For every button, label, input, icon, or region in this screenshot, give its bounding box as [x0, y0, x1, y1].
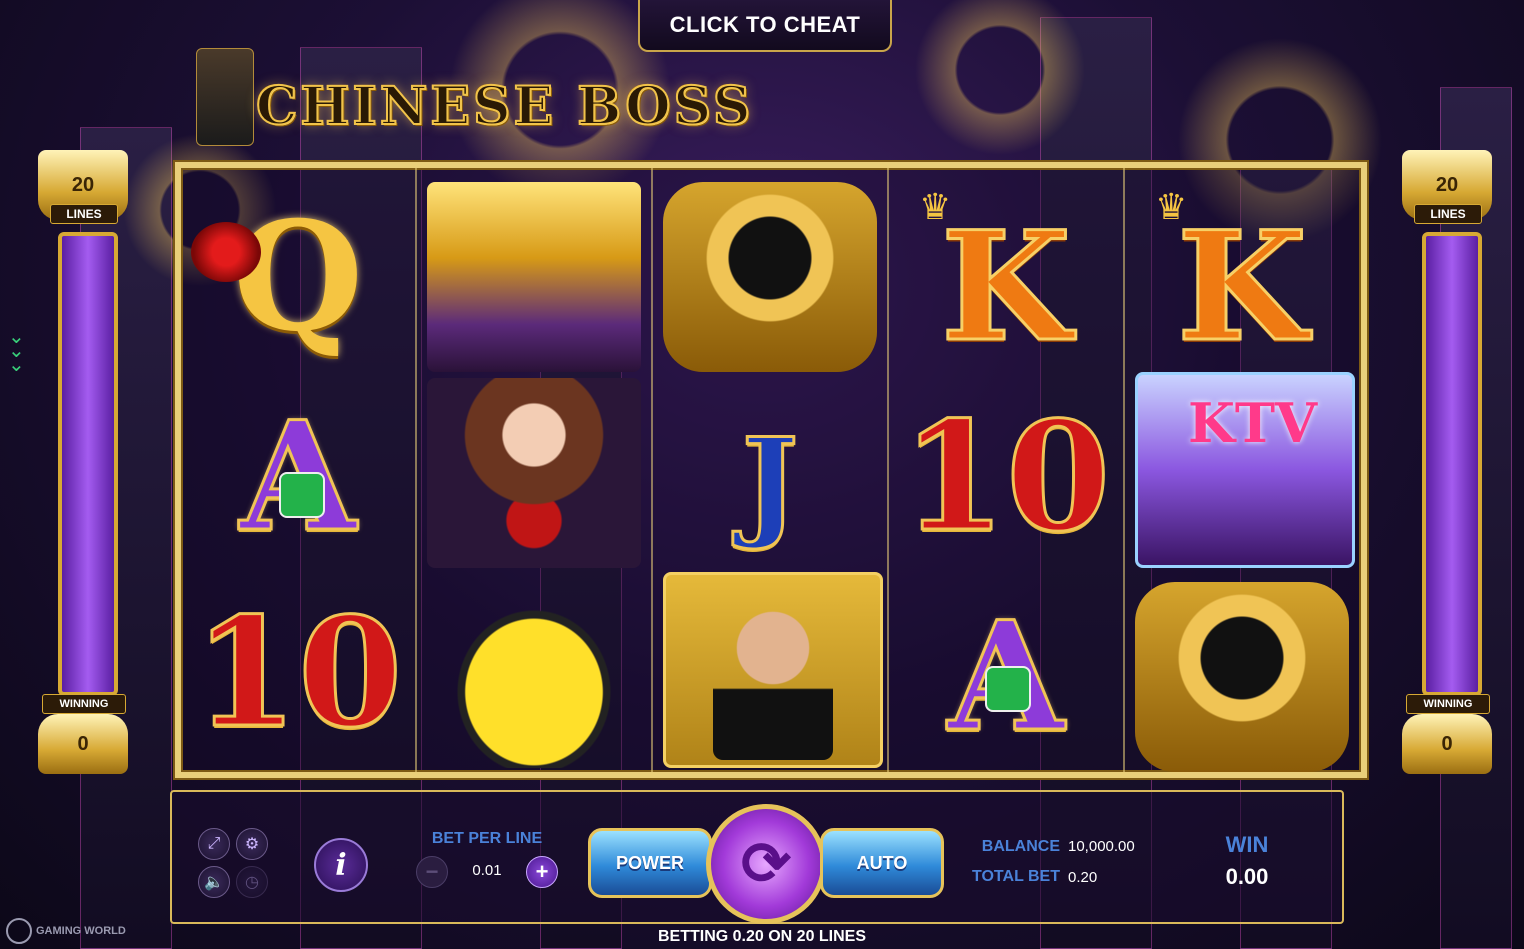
lines-label: LINES: [1414, 204, 1482, 224]
symbol-queen: Q: [191, 182, 405, 372]
betting-status: BETTING 0.20 ON 20 LINES: [657, 928, 867, 945]
brand-logo: GAMING WORLD: [6, 918, 126, 944]
bet-increase-button[interactable]: +: [526, 856, 558, 888]
symbol-ktv: KTV: [1135, 372, 1355, 568]
total-bet-value: 0.20: [1068, 869, 1098, 886]
winning-value: 0: [38, 714, 128, 774]
reel-grid: Q A 10 J ♛ K 10 A: [175, 162, 1367, 778]
power-button[interactable]: POWER: [588, 828, 712, 898]
symbol-jack: J: [740, 412, 800, 553]
history-icon[interactable]: ◷: [236, 866, 268, 898]
balance-label: BALANCE: [981, 838, 1060, 855]
total-bet-label: TOTAL BET: [972, 868, 1060, 885]
brand-name: GAMING WORLD: [36, 925, 126, 937]
control-panel: ⤢ ⚙ 🔈 ◷ i BET PER LINE − 0.01 + POWER ⟳ …: [170, 790, 1344, 924]
reel-2: [417, 168, 653, 772]
rose-icon: [191, 222, 261, 282]
reel-3: J: [653, 168, 889, 772]
click-to-cheat-button[interactable]: CLICK TO CHEAT: [638, 0, 892, 52]
left-lines-meter: 20 LINES WINNING 0: [28, 100, 138, 820]
right-lines-meter: 20 LINES WINNING 0: [1392, 100, 1502, 820]
symbol-ace: A: [191, 382, 405, 572]
symbol-boss: [663, 572, 883, 768]
symbol-girl: [427, 378, 641, 568]
crown-icon: ♛: [1155, 186, 1188, 227]
symbol-gold-watch: [1135, 582, 1349, 772]
symbol-king: ♛ K: [919, 186, 1073, 375]
symbol-gold-watch: [663, 182, 877, 372]
refresh-icon: ⟳: [740, 830, 792, 897]
boss-avatar: [196, 48, 254, 146]
symbol-ten: 10: [192, 585, 404, 761]
crown-icon: ♛: [919, 186, 952, 227]
lines-bar: [58, 232, 118, 696]
game-logo: CHINESE BOSS: [196, 48, 866, 148]
lines-label: LINES: [50, 204, 118, 224]
balance-value: 10,000.00: [1068, 838, 1135, 855]
chevron-down-icon: ⌄ ⌄ ⌄: [8, 326, 25, 376]
winning-value: 0: [1402, 714, 1492, 774]
auto-button[interactable]: AUTO: [820, 828, 944, 898]
win-label: WIN: [1225, 832, 1269, 857]
bet-decrease-button[interactable]: −: [416, 856, 448, 888]
symbol-ten: 10: [900, 389, 1112, 565]
gear-icon[interactable]: ⚙: [236, 828, 268, 860]
win-value: 0.00: [1225, 864, 1269, 889]
bet-per-line-label: BET PER LINE: [431, 830, 543, 847]
brand-mark-icon: [6, 918, 32, 944]
symbol-sports-car: [427, 578, 641, 768]
dice-icon: [279, 472, 325, 518]
reel-5: ♛ K KTV: [1125, 168, 1359, 772]
sound-icon[interactable]: 🔈: [198, 866, 230, 898]
reel-4: ♛ K 10 A: [889, 168, 1125, 772]
bet-per-line-value: 0.01: [472, 862, 502, 879]
symbol-king: ♛ K: [1155, 186, 1309, 375]
dice-icon: [985, 666, 1031, 712]
info-button[interactable]: i: [314, 838, 368, 892]
lines-bar: [1422, 232, 1482, 696]
symbol-building: [427, 182, 641, 372]
boss-face: [713, 600, 833, 760]
logo-title: CHINESE BOSS: [255, 75, 754, 138]
spin-button[interactable]: ⟳: [706, 804, 826, 924]
fullscreen-icon[interactable]: ⤢: [198, 828, 230, 860]
symbol-ace: A: [899, 582, 1113, 772]
winning-label: WINNING: [1406, 694, 1490, 714]
ktv-sign: KTV: [1188, 391, 1318, 455]
winning-label: WINNING: [42, 694, 126, 714]
reel-1: Q A 10: [181, 168, 417, 772]
